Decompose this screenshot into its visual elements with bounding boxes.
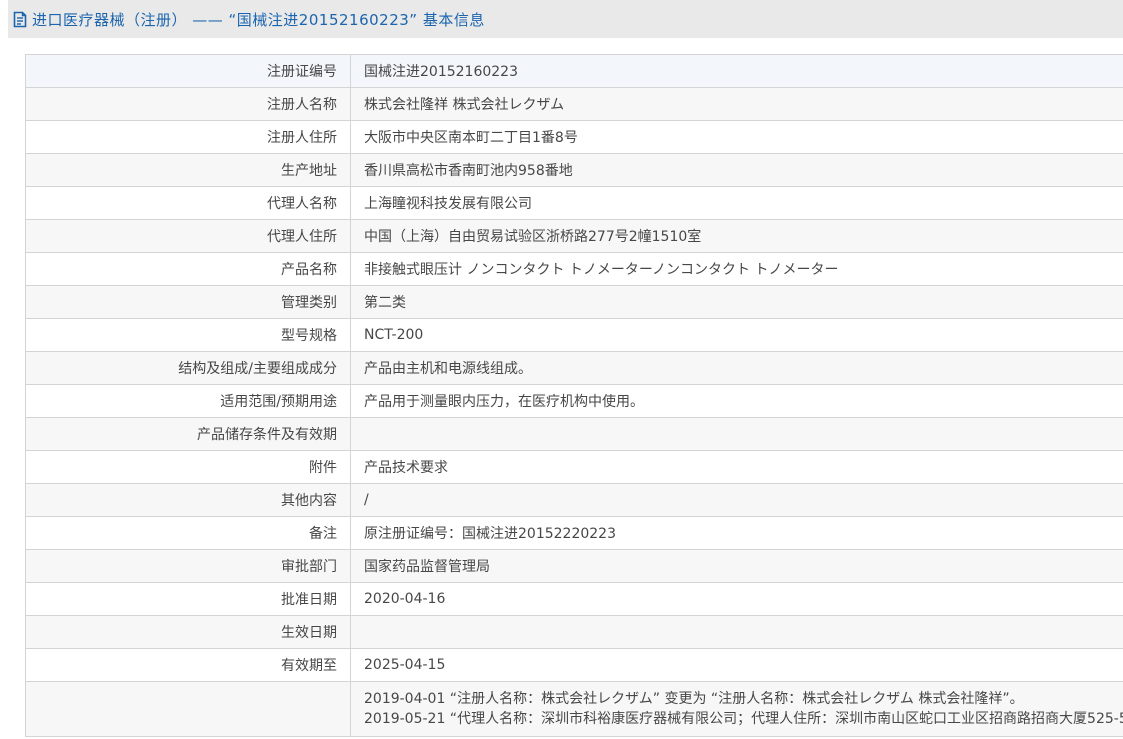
row-label: 审批部门 bbox=[25, 549, 351, 583]
row-label: 代理人住所 bbox=[25, 219, 351, 253]
row-value: 上海瞳视科技发展有限公司 bbox=[350, 186, 1123, 220]
table-row: 生产地址 香川県高松市香南町池内958番地 bbox=[25, 153, 1123, 187]
row-label: 生产地址 bbox=[25, 153, 351, 187]
row-label: 结构及组成/主要组成成分 bbox=[25, 351, 351, 385]
row-value: 中国（上海）自由贸易试验区浙桥路277号2幢1510室 bbox=[350, 219, 1123, 253]
row-value: 产品技术要求 bbox=[350, 450, 1123, 484]
row-value: 香川県高松市香南町池内958番地 bbox=[350, 153, 1123, 187]
row-value: 原注册证编号：国械注进20152220223 bbox=[350, 516, 1123, 550]
table-row: 生效日期 bbox=[25, 615, 1123, 649]
page-header: 进口医疗器械（注册） —— “国械注进20152160223” 基本信息 bbox=[8, 0, 1123, 38]
change-record-line: 2019-04-01 “注册人名称：株式会社レクザム” 变更为 “注册人名称：株… bbox=[364, 691, 1024, 707]
registration-table-body: 注册证编号 国械注进20152160223 注册人名称 株式会社隆祥 株式会社レクザム… bbox=[25, 54, 1123, 737]
row-value: / bbox=[350, 483, 1123, 517]
row-label: 代理人名称 bbox=[25, 186, 351, 220]
row-label: 生效日期 bbox=[25, 615, 351, 649]
row-label: 备注 bbox=[25, 516, 351, 550]
table-row: 批准日期 2020-04-16 bbox=[25, 582, 1123, 616]
row-label: 型号规格 bbox=[25, 318, 351, 352]
row-value: 2020-04-16 bbox=[350, 582, 1123, 616]
registration-info-panel: 注册证编号 国械注进20152160223 注册人名称 株式会社隆祥 株式会社レクザム… bbox=[25, 54, 1123, 737]
table-row: 适用范围/预期用途 产品用于测量眼内压力，在医疗机构中使用。 bbox=[25, 384, 1123, 418]
row-label: 批准日期 bbox=[25, 582, 351, 616]
page-title: 进口医疗器械（注册） —— “国械注进20152160223” 基本信息 bbox=[32, 10, 485, 29]
table-row: 2019-04-01 “注册人名称：株式会社レクザム” 变更为 “注册人名称：株… bbox=[25, 681, 1123, 737]
table-row: 注册人名称 株式会社隆祥 株式会社レクザム bbox=[25, 87, 1123, 121]
change-record-line: 2019-05-21 “代理人名称：深圳市科裕康医疗器械有限公司；代理人住所：深… bbox=[364, 711, 1123, 727]
row-value: 产品由主机和电源线组成。 bbox=[350, 351, 1123, 385]
row-label: 产品储存条件及有效期 bbox=[25, 417, 351, 451]
table-row: 产品名称 非接触式眼压计 ノンコンタクト トノメーターノンコンタクト トノメーター bbox=[25, 252, 1123, 286]
table-row: 审批部门 国家药品监督管理局 bbox=[25, 549, 1123, 583]
row-value bbox=[350, 417, 1123, 451]
row-value: 产品用于测量眼内压力，在医疗机构中使用。 bbox=[350, 384, 1123, 418]
table-row: 有效期至 2025-04-15 bbox=[25, 648, 1123, 682]
table-row: 备注 原注册证编号：国械注进20152220223 bbox=[25, 516, 1123, 550]
row-value: 国家药品监督管理局 bbox=[350, 549, 1123, 583]
table-row: 产品储存条件及有效期 bbox=[25, 417, 1123, 451]
table-row: 型号规格 NCT-200 bbox=[25, 318, 1123, 352]
row-value: 株式会社隆祥 株式会社レクザム bbox=[350, 87, 1123, 121]
row-value: 非接触式眼压计 ノンコンタクト トノメーターノンコンタクト トノメーター bbox=[350, 252, 1123, 286]
row-value: 2019-04-01 “注册人名称：株式会社レクザム” 变更为 “注册人名称：株… bbox=[350, 681, 1123, 737]
row-label bbox=[25, 681, 351, 737]
table-row: 管理类别 第二类 bbox=[25, 285, 1123, 319]
row-label: 适用范围/预期用途 bbox=[25, 384, 351, 418]
row-label: 附件 bbox=[25, 450, 351, 484]
registration-table: 注册证编号 国械注进20152160223 注册人名称 株式会社隆祥 株式会社レクザム… bbox=[25, 54, 1123, 737]
row-value bbox=[350, 615, 1123, 649]
table-row: 注册证编号 国械注进20152160223 bbox=[25, 54, 1123, 88]
table-row: 结构及组成/主要组成成分 产品由主机和电源线组成。 bbox=[25, 351, 1123, 385]
row-value: 2025-04-15 bbox=[350, 648, 1123, 682]
table-row: 代理人住所 中国（上海）自由贸易试验区浙桥路277号2幢1510室 bbox=[25, 219, 1123, 253]
row-value: 国械注进20152160223 bbox=[350, 54, 1123, 88]
row-label: 产品名称 bbox=[25, 252, 351, 286]
document-icon bbox=[12, 11, 28, 28]
table-row: 代理人名称 上海瞳视科技发展有限公司 bbox=[25, 186, 1123, 220]
row-label: 注册人住所 bbox=[25, 120, 351, 154]
row-label: 管理类别 bbox=[25, 285, 351, 319]
table-row: 附件 产品技术要求 bbox=[25, 450, 1123, 484]
row-label: 注册人名称 bbox=[25, 87, 351, 121]
row-label: 其他内容 bbox=[25, 483, 351, 517]
row-label: 注册证编号 bbox=[25, 54, 351, 88]
row-label: 有效期至 bbox=[25, 648, 351, 682]
row-value: NCT-200 bbox=[350, 318, 1123, 352]
row-value: 大阪市中央区南本町二丁目1番8号 bbox=[350, 120, 1123, 154]
table-row: 其他内容 / bbox=[25, 483, 1123, 517]
table-row: 注册人住所 大阪市中央区南本町二丁目1番8号 bbox=[25, 120, 1123, 154]
row-value: 第二类 bbox=[350, 285, 1123, 319]
